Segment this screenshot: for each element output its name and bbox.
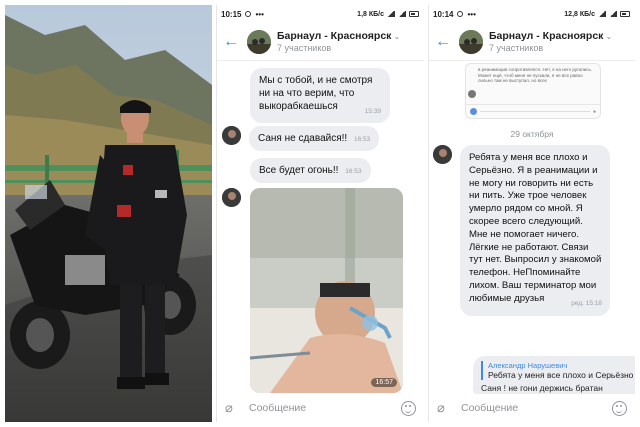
message-text: Мы с тобой, и не смотря ни на что верим,… <box>259 75 373 112</box>
mic-icon: ● <box>592 108 596 115</box>
message-time: 15:39 <box>364 108 381 115</box>
paperclip-icon[interactable]: ⌀ <box>225 400 241 416</box>
message-input[interactable]: Сообщение <box>249 402 401 414</box>
message-row: Саня не сдавайся!! 16:53 <box>222 126 380 151</box>
date-separator: 29 октября <box>510 129 554 139</box>
signal-icon <box>387 11 395 17</box>
battery-icon <box>620 11 630 17</box>
chevron-down-icon[interactable]: ⌄ <box>605 32 612 41</box>
message-row: Ребята у меня все плохо и Серьёзно. Я в … <box>433 145 610 316</box>
chat-title[interactable]: Барнаул - Красноярск ⌄ <box>277 30 400 42</box>
quoted-text: Ребята у меня все плохо и Серьёзно <box>488 370 634 380</box>
chat-header[interactable]: ← Барнаул - Красноярск ⌄ 7 участников <box>429 23 635 61</box>
avatar[interactable] <box>222 126 241 145</box>
message-bubble[interactable]: Ребята у меня все плохо и Серьёзно. Я в … <box>460 145 610 316</box>
wifi-icon <box>398 11 406 17</box>
more-dots-icon: ••• <box>255 9 264 19</box>
group-avatar[interactable] <box>247 29 271 54</box>
avatar <box>468 90 476 98</box>
message-input[interactable]: Сообщение <box>461 402 612 414</box>
smiley-icon[interactable] <box>612 400 627 416</box>
avatar[interactable] <box>433 145 452 164</box>
smiley-icon[interactable] <box>401 400 416 416</box>
status-bar: 10:14 ••• 12,8 КБ/с <box>429 5 635 23</box>
composer[interactable]: ⌀ Сообщение <box>217 394 424 422</box>
composer[interactable]: ⌀ Сообщение <box>429 394 635 422</box>
chevron-down-icon[interactable]: ⌄ <box>393 32 400 41</box>
group-avatar[interactable] <box>459 29 483 54</box>
status-time: 10:15 <box>221 9 242 19</box>
back-arrow-icon[interactable]: ← <box>223 33 241 51</box>
forwarded-screenshot[interactable]: в реанимации сопротивлялся. Нет, я на не… <box>465 63 601 119</box>
quoted-author: Александр Нарушевич <box>488 361 568 370</box>
message-row: Мы с тобой, и не смотря ни на что верим,… <box>250 68 390 123</box>
message-time: 16:53 <box>353 136 371 143</box>
chat-screen-1: 10:15 ••• 1,8 КБ/с ← Барнаул - Красноярс… <box>216 5 424 422</box>
chat-title[interactable]: Барнаул - Красноярск ⌄ <box>489 30 612 42</box>
camera-icon <box>470 108 477 115</box>
message-time: ред. 15:18 <box>571 299 602 307</box>
divider <box>480 111 590 112</box>
message-text: Все будет огонь!! <box>259 165 339 176</box>
notification-icon <box>457 11 464 17</box>
status-time: 10:14 <box>433 9 454 19</box>
message-bubble[interactable]: Все будет огонь!! 16:53 <box>250 158 371 183</box>
quoted-message[interactable]: Александр Нарушевич Ребята у меня все пл… <box>481 361 635 380</box>
message-row: Все будет огонь!! 16:53 <box>250 158 371 183</box>
chat-screen-2: 10:14 ••• 12,8 КБ/с ← Барнаул - Краснояр… <box>428 5 635 422</box>
notification-icon <box>245 11 252 17</box>
chat-members: 7 участников <box>277 43 332 53</box>
chat-header[interactable]: ← Барнаул - Красноярск ⌄ 7 участников <box>217 23 424 61</box>
mini-composer: ● <box>466 104 600 118</box>
more-dots-icon: ••• <box>467 9 476 19</box>
message-text: Саня не сдавайся!! <box>258 133 348 144</box>
message-bubble[interactable]: Мы с тобой, и не смотря ни на что верим,… <box>250 68 390 123</box>
paperclip-icon[interactable]: ⌀ <box>437 400 453 416</box>
message-time: 16:53 <box>345 168 362 175</box>
chat-members: 7 участников <box>489 43 544 53</box>
reply-text: Саня ! не гони держись братан <box>481 383 603 393</box>
network-speed: 12,8 КБ/с <box>564 10 595 18</box>
motorcyclist-photo <box>5 5 212 422</box>
wifi-icon <box>609 11 617 17</box>
forwarded-snippet: в реанимации сопротивлялся. Нет, я на не… <box>478 67 593 83</box>
collage: 10:15 ••• 1,8 КБ/с ← Барнаул - Красноярс… <box>0 0 640 427</box>
message-bubble[interactable]: Саня не сдавайся!! 16:53 <box>249 126 380 151</box>
avatar[interactable] <box>222 188 241 207</box>
battery-icon <box>409 11 419 17</box>
back-arrow-icon[interactable]: ← <box>435 33 453 51</box>
photo-attachment[interactable]: 16:57 <box>250 188 403 393</box>
network-speed: 1,8 КБ/с <box>357 10 384 18</box>
photo-time: 16:57 <box>371 378 397 387</box>
status-bar: 10:15 ••• 1,8 КБ/с <box>217 5 424 23</box>
message-text: Ребята у меня все плохо и Серьёзно. Я в … <box>469 152 602 304</box>
signal-icon <box>598 11 606 17</box>
